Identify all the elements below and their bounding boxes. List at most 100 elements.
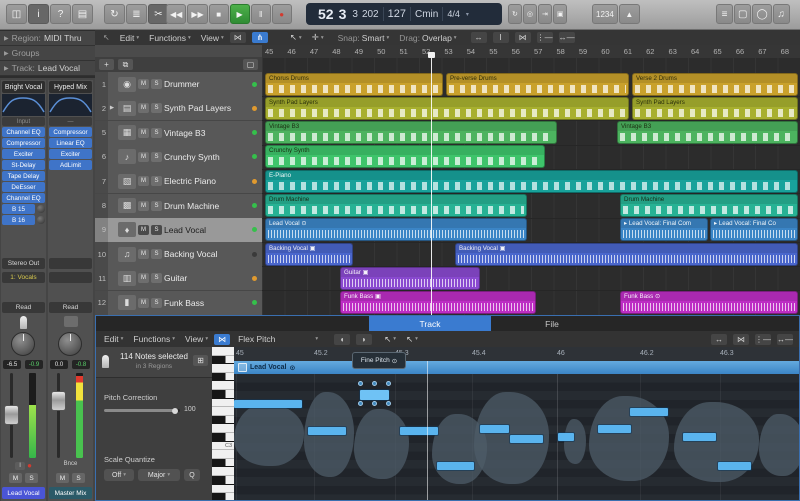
white-key[interactable] (212, 467, 234, 476)
flex-mode-select[interactable]: Flex Pitch ▾ (238, 334, 318, 344)
send-knob[interactable] (37, 216, 45, 224)
cycle-icon[interactable]: ↻ (104, 4, 125, 24)
automation-mode-button[interactable]: Read (2, 302, 45, 313)
region-pre-verse-drums[interactable]: Pre-verse Drums (446, 72, 629, 96)
track-solo-button[interactable]: S (151, 151, 162, 162)
eq-thumbnail[interactable] (2, 94, 45, 116)
white-key[interactable] (212, 450, 234, 459)
editor-menu-view[interactable]: View ▾ (185, 334, 208, 344)
editor-pointer-tool[interactable]: ↖ ▾ (384, 334, 396, 345)
scale-type-select[interactable]: Major ▾ (138, 469, 180, 481)
track-row-vintage-b3[interactable]: 5 ▦ M S Vintage B3 (95, 120, 262, 146)
editor-collapse-icon[interactable]: ⋈ (733, 333, 749, 345)
arrange-area[interactable]: Chorus Drums Pre-verse Drums Verse 2 Drums… (262, 58, 800, 315)
library-icon[interactable]: ◫ (6, 4, 27, 24)
black-key[interactable] (212, 476, 234, 485)
editor-menu-functions[interactable]: Functions ▾ (133, 334, 175, 344)
record-enable-button[interactable]: ● (27, 461, 32, 470)
scroll-in-play-icon[interactable]: ◗ (356, 333, 373, 345)
flex-note-selected[interactable] (358, 381, 391, 406)
track-mute-button[interactable]: M (138, 224, 149, 235)
region-vintage-b3[interactable]: Vintage B3 (265, 121, 557, 145)
plugin-slot[interactable]: St-Delay (2, 160, 45, 170)
flex-note[interactable] (598, 425, 631, 433)
arrange-menu-view[interactable]: View ▾ (201, 33, 224, 43)
plugin-slot[interactable]: Compressor (49, 127, 92, 137)
solo-button[interactable]: S (72, 473, 85, 483)
editor-region-header[interactable]: Lead Vocal ⊙ (234, 361, 799, 374)
pointer-tool-icon[interactable]: ↖ (103, 33, 110, 42)
region-drum-machine[interactable]: Drum Machine (265, 194, 527, 217)
fader-handle[interactable] (51, 391, 66, 411)
white-key[interactable] (212, 407, 234, 416)
arrange-menu-edit[interactable]: Edit ▾ (120, 33, 139, 43)
collapse-icon[interactable]: ⋈ (514, 32, 531, 43)
piano-keyboard[interactable]: C3 (212, 347, 234, 500)
flex-icon[interactable]: ⋈ (214, 333, 231, 345)
editor-vzoom-slider[interactable]: ⋮— (755, 333, 771, 345)
editor-menu-edit[interactable]: Edit ▾ (104, 334, 123, 344)
eq-thumbnail[interactable] (49, 94, 92, 116)
pointer-tool-selector[interactable]: ↖ ▾ (290, 32, 302, 43)
bar-ruler[interactable]: 45 46 47 48 49 50 51 52 53 54 55 56 57 58 59 60 61 62 63 64… (262, 45, 800, 59)
region-drum-machine[interactable]: Drum Machine (620, 194, 798, 217)
plugin-slot[interactable]: DeEsser (2, 182, 45, 192)
region-lead-vocal-final-co[interactable]: ▸ Lead Vocal: Final Co (710, 218, 798, 242)
gain-slot[interactable]: — (49, 117, 92, 126)
arrange-menu-functions[interactable]: Functions ▾ (149, 33, 191, 43)
catch-playhead-icon[interactable]: ↔ (470, 32, 487, 43)
track-mute-button[interactable]: M (138, 249, 149, 260)
track-mute-button[interactable]: M (138, 127, 149, 138)
black-key[interactable] (212, 355, 234, 365)
disclosure-icon[interactable]: ▶ (4, 65, 9, 72)
record-enable-row[interactable]: I ● (1, 461, 46, 470)
plugin-slot[interactable]: Linear EQ (49, 138, 92, 148)
black-key[interactable] (212, 415, 234, 425)
note-hotspot[interactable] (358, 401, 363, 406)
flex-note[interactable] (718, 462, 751, 470)
black-key[interactable] (212, 390, 234, 399)
fader-handle[interactable] (4, 405, 19, 425)
flex-icon[interactable]: ⋈ (229, 32, 246, 43)
plugin-slot[interactable]: Exciter (49, 149, 92, 159)
region-crunchy-synth[interactable]: Crunchy Synth (265, 145, 545, 169)
track-mute-button[interactable]: M (138, 79, 149, 89)
drag-menu[interactable]: Drag: Overlap ▾ (399, 33, 456, 43)
solo-button[interactable]: S (25, 473, 38, 483)
send-slot[interactable]: B 16 (2, 215, 45, 225)
editor-catch-icon[interactable]: ↔ (711, 333, 727, 345)
duplicate-track-button[interactable]: ⧉ (118, 59, 133, 70)
send-knob[interactable] (37, 205, 45, 213)
autopunch-icon[interactable]: ◎ (522, 4, 537, 24)
flex-note[interactable] (630, 408, 668, 416)
strip-name-label[interactable]: Lead Vocal (2, 487, 45, 499)
catch-icon[interactable]: ◖ (334, 333, 351, 345)
strip-setting-button[interactable]: Bright Vocal (2, 81, 45, 93)
white-key[interactable]: C3 (212, 442, 234, 451)
automation-mode-button[interactable]: Read (49, 302, 92, 313)
bounce-button[interactable]: Bnce (48, 461, 93, 467)
quick-help-icon[interactable]: ? (50, 4, 71, 24)
track-row-lead-vocal[interactable]: 9 ♦ M S Lead Vocal (95, 217, 262, 243)
region-lead-vocal[interactable]: Lead Vocal ⊙ (265, 218, 527, 242)
track-row-drummer[interactable]: 1 ◉ M S Drummer (95, 72, 262, 97)
strip-setting-button[interactable]: Hyped Mix (49, 81, 92, 93)
snap-menu[interactable]: Snap: Smart ▾ (338, 33, 390, 43)
lcd-chevron-icon[interactable]: ▾ (466, 11, 469, 18)
inspector-row-track[interactable]: ▶ Track: Lead Vocal (0, 61, 95, 76)
gain-slot[interactable]: Input (2, 117, 45, 126)
strip-name-label[interactable]: Master Mix (49, 487, 92, 499)
region-verse-2-drums[interactable]: Verse 2 Drums (632, 72, 798, 96)
tab-track[interactable]: Track (369, 316, 491, 331)
region-lead-vocal-final-com[interactable]: ▸ Lead Vocal: Final Com (620, 218, 708, 242)
replace-icon[interactable]: ⇥ (537, 4, 552, 24)
stop-button[interactable]: ■ (208, 4, 229, 24)
add-track-button[interactable]: + (99, 59, 114, 70)
white-key[interactable] (212, 424, 234, 433)
track-row-drum-machine[interactable]: 8 ▩ M S Drum Machine (95, 193, 262, 219)
plugin-slot[interactable]: Channel EQ (2, 193, 45, 203)
list-editors-icon[interactable]: ≡ (716, 4, 733, 24)
pan-knob[interactable] (11, 332, 35, 356)
region-backing-vocal[interactable]: Backing Vocal ▣ (455, 242, 798, 266)
flex-note[interactable] (308, 427, 346, 435)
